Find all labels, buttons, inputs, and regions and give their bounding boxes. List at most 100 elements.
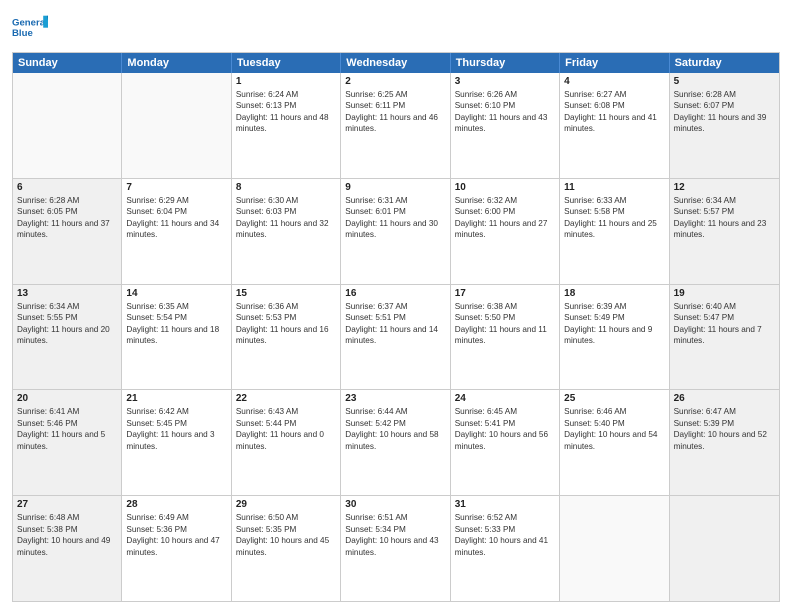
- svg-text:Blue: Blue: [12, 28, 33, 39]
- cal-cell-4: 4Sunrise: 6:27 AM Sunset: 6:08 PM Daylig…: [560, 73, 669, 178]
- calendar-row-1: 6Sunrise: 6:28 AM Sunset: 6:05 PM Daylig…: [13, 178, 779, 284]
- day-number: 21: [126, 393, 226, 404]
- cal-cell-empty-4-5: [560, 496, 669, 601]
- cal-cell-19: 19Sunrise: 6:40 AM Sunset: 5:47 PM Dayli…: [670, 285, 779, 390]
- cal-cell-24: 24 Sunrise: 6:45 AM Sunset: 5:41 PM Dayli…: [451, 390, 560, 495]
- cal-cell-23: 23 Sunrise: 6:44 AM Sunset: 5:42 PM Dayli…: [341, 390, 450, 495]
- cal-cell-2: 2 Sunrise: 6:25 AM Sunset: 6:11 PM Daylig…: [341, 73, 450, 178]
- cal-cell-empty-0-1: [122, 73, 231, 178]
- cal-cell-13: 13 Sunrise: 6:34 AM Sunset: 5:55 PM Dayli…: [13, 285, 122, 390]
- day-number: 13: [17, 288, 117, 299]
- cell-info: Sunrise: 6:26 AM Sunset: 6:10 PM Dayligh…: [455, 89, 555, 135]
- cal-cell-25: 25 Sunrise: 6:46 AM Sunset: 5:40 PM Dayli…: [560, 390, 669, 495]
- day-number: 26: [674, 393, 775, 404]
- day-number: 23: [345, 393, 445, 404]
- cell-info: Sunrise: 6:45 AM Sunset: 5:41 PM Dayligh…: [455, 406, 555, 452]
- cal-cell-8: 8 Sunrise: 6:30 AM Sunset: 6:03 PM Daylig…: [232, 179, 341, 284]
- weekday-header-tuesday: Tuesday: [232, 53, 341, 73]
- cell-info: Sunrise: 6:39 AM Sunset: 5:49 PM Dayligh…: [564, 301, 664, 347]
- calendar-row-0: 1 Sunrise: 6:24 AM Sunset: 6:13 PM Daylig…: [13, 73, 779, 178]
- cell-info: Sunrise: 6:32 AM Sunset: 6:00 PM Dayligh…: [455, 195, 555, 241]
- cal-cell-12: 12 Sunrise: 6:34 AM Sunset: 5:57 PM Dayli…: [670, 179, 779, 284]
- cell-info: Sunrise: 6:47 AM Sunset: 5:39 PM Dayligh…: [674, 406, 775, 452]
- header: General Blue: [12, 10, 780, 46]
- cell-info: Sunrise: 6:35 AM Sunset: 5:54 PM Dayligh…: [126, 301, 226, 347]
- day-number: 17: [455, 288, 555, 299]
- weekday-header-saturday: Saturday: [670, 53, 779, 73]
- day-number: 27: [17, 499, 117, 510]
- cell-info: Sunrise: 6:34 AM Sunset: 5:55 PM Dayligh…: [17, 301, 117, 347]
- cal-cell-14: 14 Sunrise: 6:35 AM Sunset: 5:54 PM Dayli…: [122, 285, 231, 390]
- cal-cell-22: 22Sunrise: 6:43 AM Sunset: 5:44 PM Dayli…: [232, 390, 341, 495]
- day-number: 1: [236, 76, 336, 87]
- day-number: 30: [345, 499, 445, 510]
- cell-info: Sunrise: 6:48 AM Sunset: 5:38 PM Dayligh…: [17, 512, 117, 558]
- cal-cell-7: 7 Sunrise: 6:29 AM Sunset: 6:04 PM Daylig…: [122, 179, 231, 284]
- cal-cell-27: 27 Sunrise: 6:48 AM Sunset: 5:38 PM Dayli…: [13, 496, 122, 601]
- logo-svg: General Blue: [12, 10, 48, 46]
- cal-cell-31: 31 Sunrise: 6:52 AM Sunset: 5:33 PM Dayli…: [451, 496, 560, 601]
- day-number: 18: [564, 288, 664, 299]
- cell-info: Sunrise: 6:37 AM Sunset: 5:51 PM Dayligh…: [345, 301, 445, 347]
- cal-cell-10: 10 Sunrise: 6:32 AM Sunset: 6:00 PM Dayli…: [451, 179, 560, 284]
- weekday-header-thursday: Thursday: [451, 53, 560, 73]
- cell-info: Sunrise: 6:25 AM Sunset: 6:11 PM Dayligh…: [345, 89, 445, 135]
- day-number: 14: [126, 288, 226, 299]
- day-number: 29: [236, 499, 336, 510]
- cell-info: Sunrise: 6:40 AM Sunset: 5:47 PM Dayligh…: [674, 301, 775, 347]
- cell-info: Sunrise: 6:51 AM Sunset: 5:34 PM Dayligh…: [345, 512, 445, 558]
- cal-cell-empty-4-6: [670, 496, 779, 601]
- cell-info: Sunrise: 6:44 AM Sunset: 5:42 PM Dayligh…: [345, 406, 445, 452]
- cal-cell-15: 15Sunrise: 6:36 AM Sunset: 5:53 PM Dayli…: [232, 285, 341, 390]
- cell-info: Sunrise: 6:33 AM Sunset: 5:58 PM Dayligh…: [564, 195, 664, 241]
- calendar-header: SundayMondayTuesdayWednesdayThursdayFrid…: [13, 53, 779, 73]
- day-number: 10: [455, 182, 555, 193]
- cal-cell-3: 3 Sunrise: 6:26 AM Sunset: 6:10 PM Daylig…: [451, 73, 560, 178]
- cell-info: Sunrise: 6:31 AM Sunset: 6:01 PM Dayligh…: [345, 195, 445, 241]
- logo: General Blue: [12, 10, 48, 46]
- svg-text:General: General: [12, 17, 48, 28]
- cal-cell-11: 11Sunrise: 6:33 AM Sunset: 5:58 PM Dayli…: [560, 179, 669, 284]
- cell-info: Sunrise: 6:52 AM Sunset: 5:33 PM Dayligh…: [455, 512, 555, 558]
- day-number: 24: [455, 393, 555, 404]
- cal-cell-18: 18 Sunrise: 6:39 AM Sunset: 5:49 PM Dayli…: [560, 285, 669, 390]
- day-number: 31: [455, 499, 555, 510]
- day-number: 3: [455, 76, 555, 87]
- cell-info: Sunrise: 6:28 AM Sunset: 6:07 PM Dayligh…: [674, 89, 775, 135]
- cell-info: Sunrise: 6:30 AM Sunset: 6:03 PM Dayligh…: [236, 195, 336, 241]
- cell-info: Sunrise: 6:36 AM Sunset: 5:53 PM Dayligh…: [236, 301, 336, 347]
- day-number: 8: [236, 182, 336, 193]
- cell-info: Sunrise: 6:38 AM Sunset: 5:50 PM Dayligh…: [455, 301, 555, 347]
- cal-cell-28: 28Sunrise: 6:49 AM Sunset: 5:36 PM Dayli…: [122, 496, 231, 601]
- cal-cell-20: 20 Sunrise: 6:41 AM Sunset: 5:46 PM Dayli…: [13, 390, 122, 495]
- calendar-row-3: 20 Sunrise: 6:41 AM Sunset: 5:46 PM Dayli…: [13, 389, 779, 495]
- cell-info: Sunrise: 6:41 AM Sunset: 5:46 PM Dayligh…: [17, 406, 117, 452]
- day-number: 2: [345, 76, 445, 87]
- day-number: 20: [17, 393, 117, 404]
- cell-info: Sunrise: 6:34 AM Sunset: 5:57 PM Dayligh…: [674, 195, 775, 241]
- day-number: 12: [674, 182, 775, 193]
- calendar-row-2: 13 Sunrise: 6:34 AM Sunset: 5:55 PM Dayli…: [13, 284, 779, 390]
- cal-cell-16: 16 Sunrise: 6:37 AM Sunset: 5:51 PM Dayli…: [341, 285, 450, 390]
- day-number: 9: [345, 182, 445, 193]
- cal-cell-1: 1 Sunrise: 6:24 AM Sunset: 6:13 PM Daylig…: [232, 73, 341, 178]
- weekday-header-wednesday: Wednesday: [341, 53, 450, 73]
- cal-cell-29: 29 Sunrise: 6:50 AM Sunset: 5:35 PM Dayli…: [232, 496, 341, 601]
- cal-cell-empty-0-0: [13, 73, 122, 178]
- day-number: 25: [564, 393, 664, 404]
- cal-cell-30: 30 Sunrise: 6:51 AM Sunset: 5:34 PM Dayli…: [341, 496, 450, 601]
- weekday-header-monday: Monday: [122, 53, 231, 73]
- weekday-header-friday: Friday: [560, 53, 669, 73]
- weekday-header-sunday: Sunday: [13, 53, 122, 73]
- day-number: 16: [345, 288, 445, 299]
- cell-info: Sunrise: 6:46 AM Sunset: 5:40 PM Dayligh…: [564, 406, 664, 452]
- cell-info: Sunrise: 6:24 AM Sunset: 6:13 PM Dayligh…: [236, 89, 336, 135]
- cal-cell-5: 5 Sunrise: 6:28 AM Sunset: 6:07 PM Daylig…: [670, 73, 779, 178]
- cell-info: Sunrise: 6:29 AM Sunset: 6:04 PM Dayligh…: [126, 195, 226, 241]
- cal-cell-9: 9 Sunrise: 6:31 AM Sunset: 6:01 PM Daylig…: [341, 179, 450, 284]
- cal-cell-6: 6Sunrise: 6:28 AM Sunset: 6:05 PM Daylig…: [13, 179, 122, 284]
- day-number: 7: [126, 182, 226, 193]
- day-number: 5: [674, 76, 775, 87]
- cell-info: Sunrise: 6:28 AM Sunset: 6:05 PM Dayligh…: [17, 195, 117, 241]
- cell-info: Sunrise: 6:50 AM Sunset: 5:35 PM Dayligh…: [236, 512, 336, 558]
